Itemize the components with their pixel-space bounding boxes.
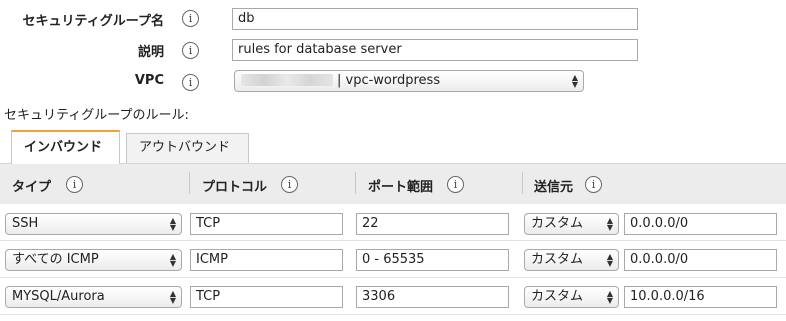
tab-inbound[interactable]: インバウンド [11,130,120,164]
row-divider [0,277,786,278]
row-type-value: SSH [12,216,39,231]
tab-outbound[interactable]: アウトバウンド [126,133,249,163]
updown-arrows-icon: ▲ ▼ [606,252,613,268]
info-icon[interactable]: i [281,176,298,193]
column-divider [522,172,523,194]
column-header-protocol: プロトコル [202,180,268,195]
group-name-label: セキュリティグループ名 [22,14,164,29]
updown-arrows-icon: ▲ ▼ [169,252,176,268]
info-icon[interactable]: i [447,176,464,193]
row-divider [0,314,786,315]
row-type-value: MYSQL/Aurora [12,289,105,304]
info-icon[interactable]: i [182,10,199,27]
group-name-input[interactable]: db [232,8,638,30]
row-source-field[interactable]: 10.0.0.0/16 [624,286,777,308]
row-type-select[interactable]: すべての ICMP ▲ ▼ [5,249,182,271]
row-type-value: すべての ICMP [12,252,99,267]
column-header-source: 送信元 [534,180,574,195]
row-type-select[interactable]: MYSQL/Aurora ▲ ▼ [5,286,182,308]
row-divider [0,240,786,241]
vpc-select-value: | vpc-wordpress [337,73,441,88]
vpc-select[interactable]: | vpc-wordpress ▲ ▼ [234,70,584,92]
row-port-field[interactable]: 22 [356,213,509,235]
rules-title: セキュリティグループのルール: [4,108,189,123]
description-label: 説明 [137,45,164,60]
row-source-type-value: カスタム [531,289,584,304]
row-source-type-select[interactable]: カスタム ▲ ▼ [524,213,619,235]
updown-arrows-icon: ▲ ▼ [606,216,613,232]
row-source-type-value: カスタム [531,252,584,267]
masked-vpc-id [241,74,333,86]
row-protocol-field[interactable]: TCP [190,286,343,308]
updown-arrows-icon: ▲ ▼ [571,73,578,89]
description-input[interactable]: rules for database server [232,39,638,61]
info-icon[interactable]: i [585,176,602,193]
row-protocol-field[interactable]: ICMP [190,249,343,271]
row-source-type-value: カスタム [531,216,584,231]
updown-arrows-icon: ▲ ▼ [606,289,613,305]
column-header-port-range: ポート範囲 [368,180,434,195]
row-source-type-select[interactable]: カスタム ▲ ▼ [524,286,619,308]
updown-arrows-icon: ▲ ▼ [169,216,176,232]
row-type-select[interactable]: SSH ▲ ▼ [5,213,182,235]
row-protocol-field[interactable]: TCP [190,213,343,235]
row-port-field[interactable]: 3306 [356,286,509,308]
column-divider [355,172,356,194]
row-source-field[interactable]: 0.0.0.0/0 [624,249,777,271]
vpc-label: VPC [134,73,164,88]
column-header-type: タイプ [12,180,52,195]
row-source-field[interactable]: 0.0.0.0/0 [624,213,777,235]
column-divider [189,172,190,194]
info-icon[interactable]: i [66,176,83,193]
row-source-type-select[interactable]: カスタム ▲ ▼ [524,249,619,271]
row-port-field[interactable]: 0 - 65535 [356,249,509,271]
info-icon[interactable]: i [182,74,199,91]
updown-arrows-icon: ▲ ▼ [169,289,176,305]
info-icon[interactable]: i [182,42,199,59]
